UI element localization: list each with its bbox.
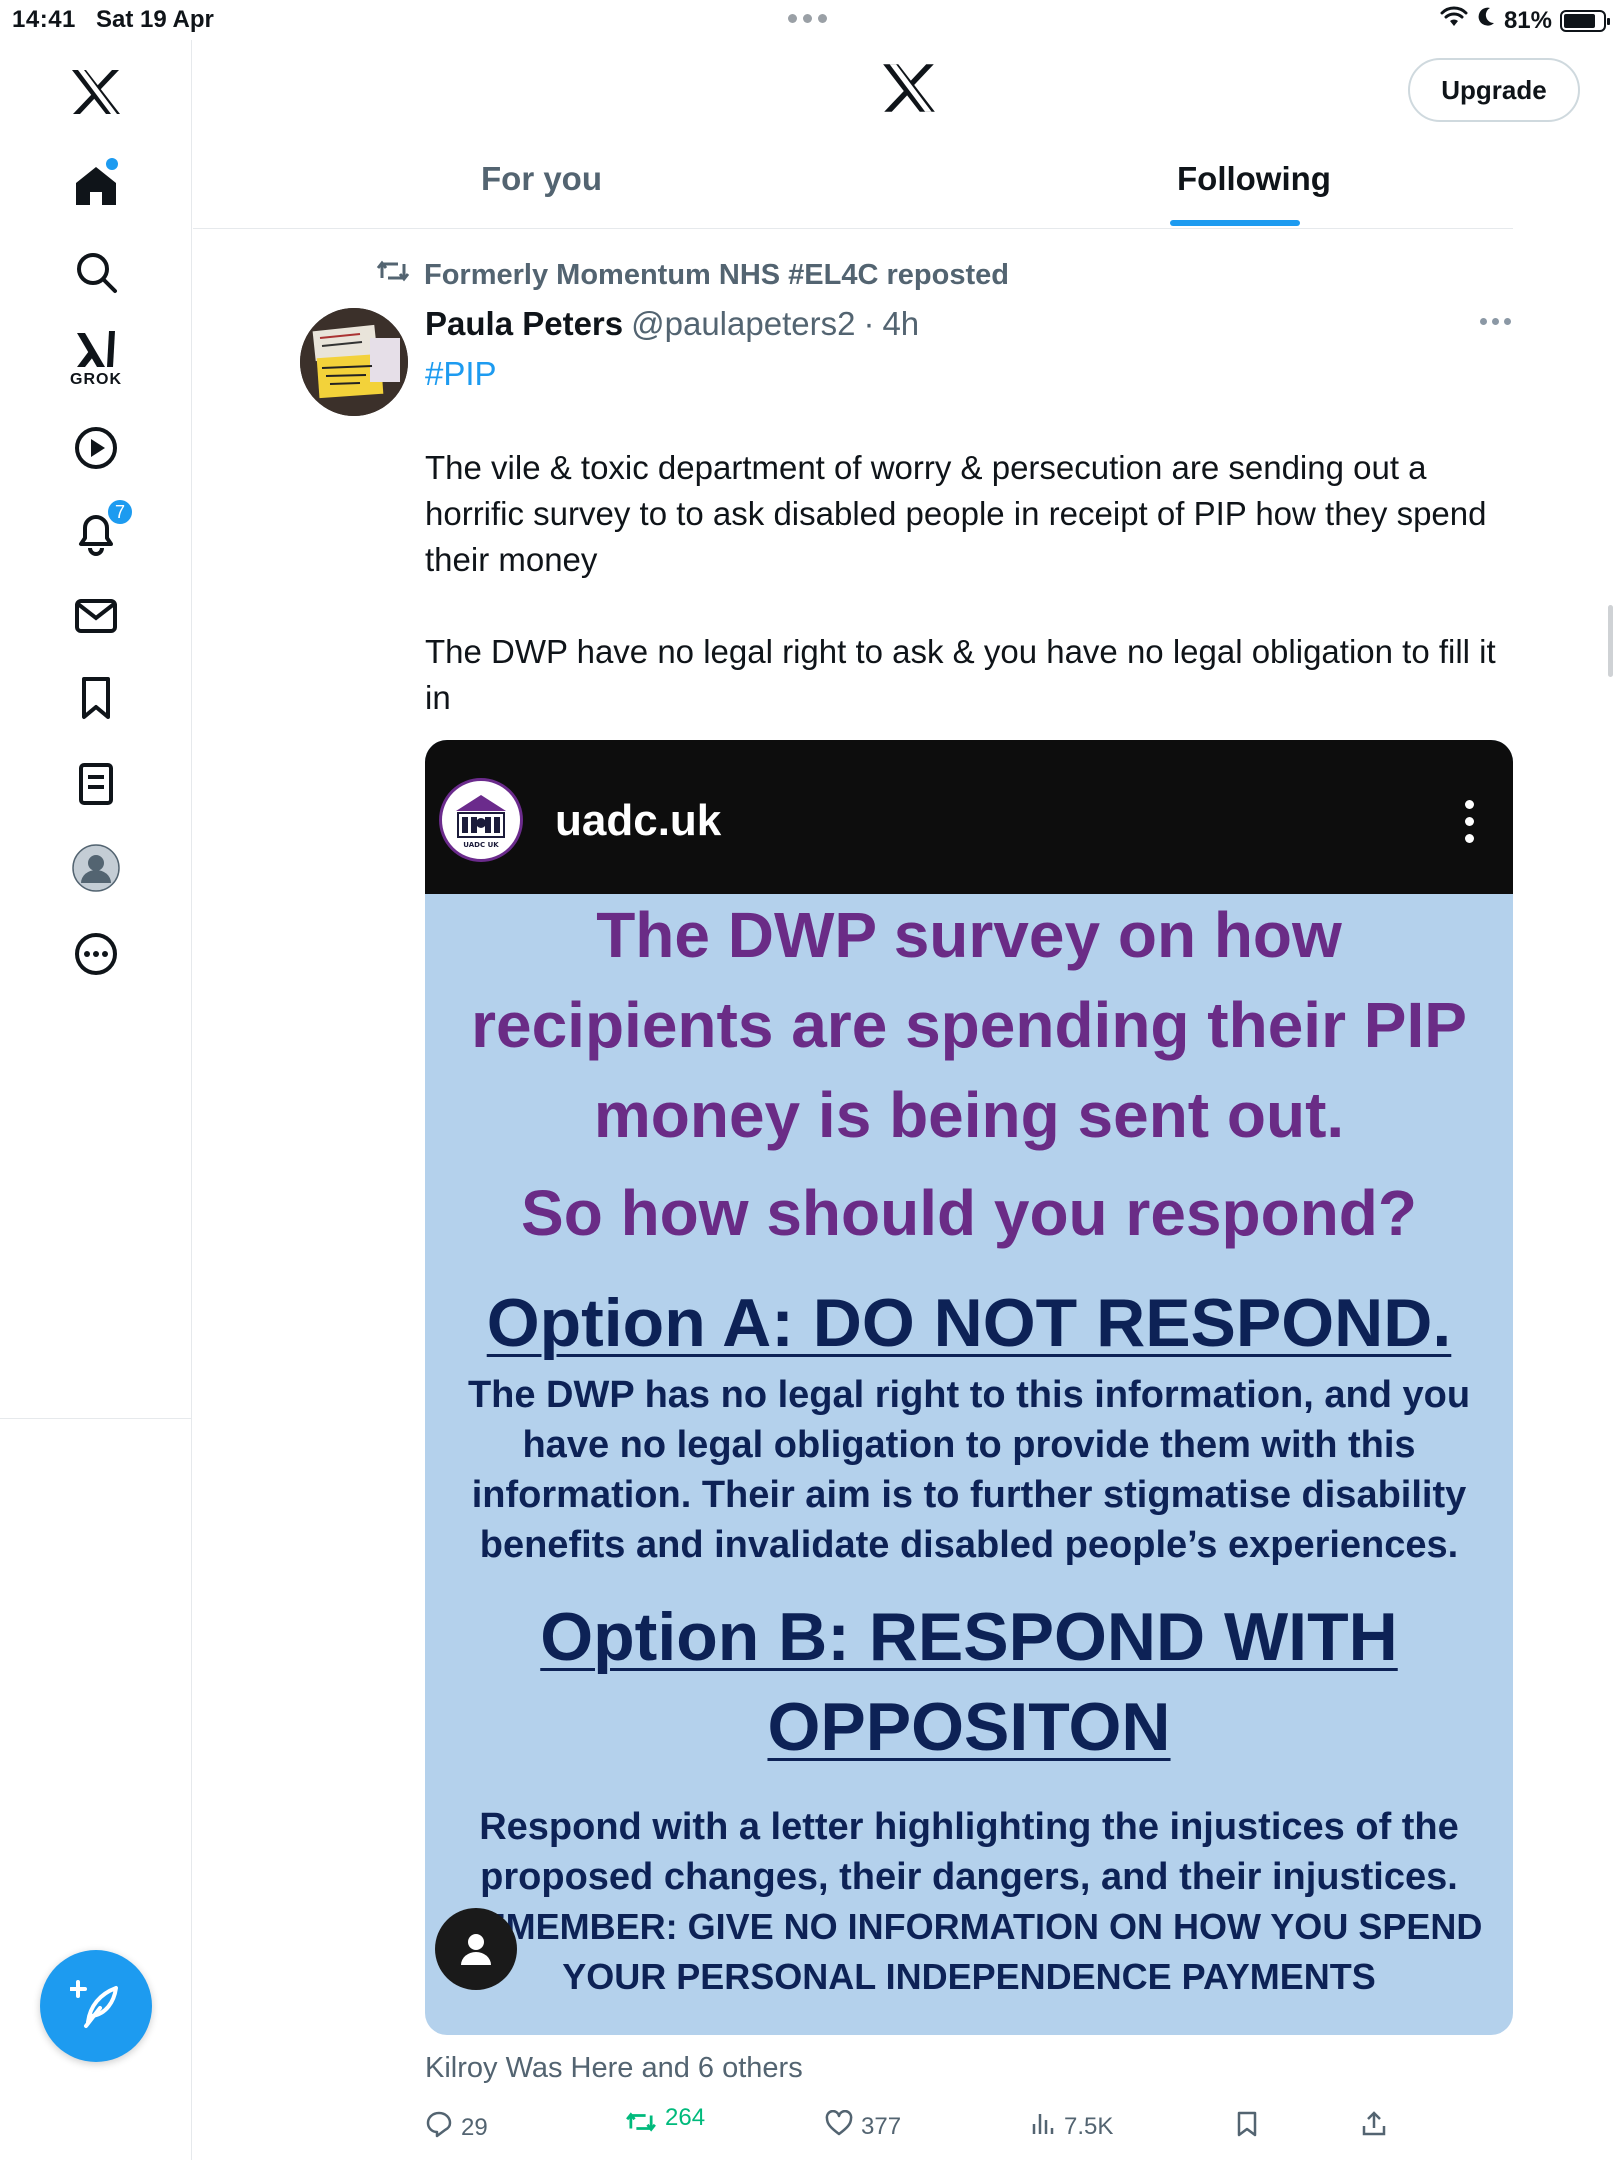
media-headline: The DWP survey on how recipients are spe… [471,899,1467,1151]
bookmark-icon [76,675,116,721]
svg-text:UADC UK: UADC UK [463,841,499,849]
multitasking-dots-icon[interactable] [788,14,827,23]
grok-label: GROK [70,371,122,388]
battery-icon [1560,9,1610,32]
upgrade-button[interactable]: Upgrade [1408,58,1580,122]
hashtag-link[interactable]: #PIP [425,355,497,393]
repost-text[interactable]: Formerly Momentum NHS #EL4C reposted [424,259,1009,292]
grok-icon [73,327,119,369]
repost-indicator: Formerly Momentum NHS #EL4C reposted [376,258,1009,292]
x-logo-icon[interactable] [881,62,937,119]
sidebar-item-profile[interactable] [50,822,142,914]
author-avatar[interactable] [300,308,408,416]
header-divider [193,228,1513,229]
post-more-button[interactable] [1480,318,1511,325]
tab-following[interactable]: Following [1177,160,1331,198]
reply-button[interactable]: 29 [425,2110,488,2145]
author-name[interactable]: Paula Peters [425,305,623,343]
media-site-name: uadc.uk [555,796,722,845]
compose-button[interactable] [40,1950,152,2062]
option-b-text: Respond with a letter highlighting the i… [479,1806,1459,1898]
repost-icon [625,2110,657,2141]
heart-icon [825,2109,853,2143]
views-button[interactable]: 7.5K [1030,2110,1113,2143]
status-date: Sat 19 Apr [96,6,214,33]
reply-count: 29 [461,2113,488,2141]
battery-percent: 81% [1503,6,1552,34]
sidebar-item-videos[interactable] [50,402,142,494]
reply-icon [425,2110,453,2145]
post-body-paragraph: The DWP have no legal right to ask & you… [425,633,1496,716]
tagged-people-icon[interactable] [435,1908,517,1990]
views-count: 7.5K [1064,2112,1114,2140]
meta-separator: · [863,305,875,342]
repost-button[interactable]: 264 [625,2104,705,2141]
liked-by-text[interactable]: Kilroy Was Here and 6 others [425,2052,803,2085]
sidebar-divider [0,1418,192,1419]
repost-count: 264 [665,2103,706,2131]
status-bar: 14:41 Sat 19 Apr 81% [0,0,1620,40]
repost-icon [376,258,410,292]
post-media-image[interactable]: UADC UK uadc.uk The DWP survey on how re… [425,740,1513,2035]
bookmark-button[interactable] [1235,2110,1259,2145]
timeline-header: Upgrade For you Following [193,40,1620,230]
x-logo-icon[interactable] [50,46,142,138]
media-menu-icon[interactable] [1465,800,1474,843]
option-b-title: Option B: RESPOND WITH OPPOSITON [540,1599,1398,1765]
views-icon [1030,2110,1056,2143]
author-line: Paula Peters @paulapeters2 · 4h [425,305,919,343]
active-tab-indicator [1170,220,1300,226]
list-icon [76,761,116,807]
home-new-dot [106,158,118,170]
post-action-bar: 29 264 377 7.5K [425,2104,1515,2160]
status-indicators: 81% [1440,6,1610,35]
wifi-icon [1440,6,1468,35]
bookmark-icon [1235,2110,1259,2145]
avatar-icon [71,843,121,893]
post-time[interactable]: 4h [882,305,919,343]
scrollbar[interactable] [1608,605,1613,677]
more-icon [73,931,119,977]
remember-text: REMEMBER: GIVE NO INFORMATION ON HOW YOU… [455,1906,1483,1997]
status-time: 14:41 [12,6,76,33]
author-handle[interactable]: @paulapeters2 [631,305,855,343]
share-icon [1360,2110,1388,2145]
sidebar-item-messages[interactable] [50,570,142,662]
sidebar-item-more[interactable] [50,908,142,1000]
tab-for-you[interactable]: For you [481,160,602,198]
media-header: UADC UK uadc.uk [425,740,1513,894]
sidebar-item-home[interactable] [50,140,142,232]
like-count: 377 [861,2112,902,2140]
share-button[interactable] [1360,2110,1388,2145]
sidebar-item-grok[interactable]: GROK [50,312,142,404]
sidebar-item-explore[interactable] [50,226,142,318]
sidebar-item-bookmarks[interactable] [50,652,142,744]
uadc-logo: UADC UK [439,778,523,862]
post-body-paragraph: The vile & toxic department of worry & p… [425,449,1487,578]
notification-badge: 7 [106,498,134,526]
option-a-text: The DWP has no legal right to this infor… [467,1374,1471,1566]
sidebar-item-notifications[interactable]: 7 [50,486,142,578]
play-icon [73,425,119,471]
moon-icon [1476,6,1496,35]
search-icon [74,250,118,294]
media-subheadline: So how should you respond? [521,1177,1417,1249]
sidebar-item-lists[interactable] [50,738,142,830]
like-button[interactable]: 377 [825,2109,902,2143]
compose-icon [69,1978,122,2035]
option-a-title: Option A: DO NOT RESPOND. [486,1285,1452,1361]
sidebar: GROK 7 [0,40,192,2160]
mail-icon [73,596,119,636]
